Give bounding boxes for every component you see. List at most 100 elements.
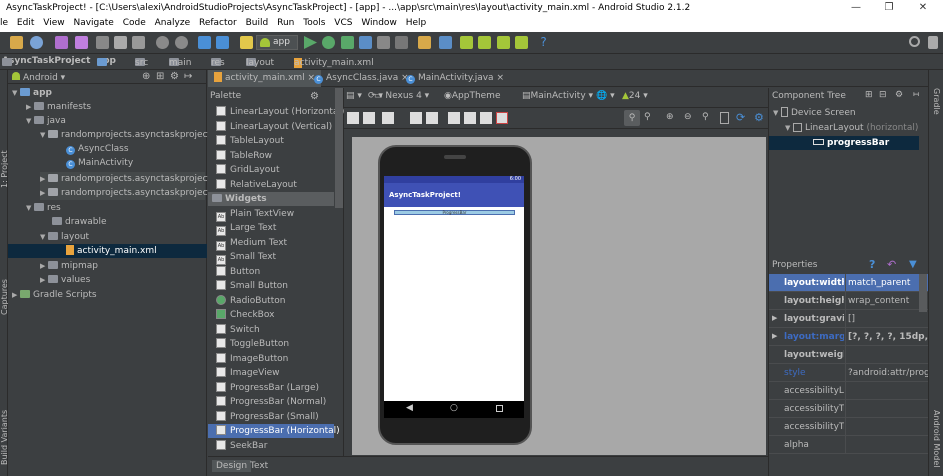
android-device-icon[interactable] [515, 36, 528, 49]
menu-code[interactable]: Code [120, 17, 149, 28]
api-level-select[interactable]: ▲24 ▾ [622, 91, 648, 101]
gravity-icon[interactable] [382, 112, 394, 124]
attach-debugger-icon[interactable] [341, 36, 354, 49]
collapse-all-icon[interactable]: ⊟ [879, 90, 887, 100]
menu-view[interactable]: View [40, 17, 67, 28]
menu-vcs[interactable]: VCS [331, 17, 355, 28]
properties-scrollbar[interactable] [919, 274, 927, 312]
nav-recents-icon[interactable] [496, 405, 503, 412]
filter-icon[interactable]: ▼ [909, 259, 917, 270]
hide-panel-icon[interactable]: ↦ [184, 71, 192, 82]
expand-icon[interactable]: ▶ [772, 314, 777, 322]
tree-item-mipmap[interactable]: ▶ mipmap [40, 259, 98, 273]
tree-item-java[interactable]: ▼ java [26, 114, 66, 128]
run-config-select[interactable]: app [256, 35, 298, 50]
align-left-icon[interactable] [410, 112, 422, 124]
forward-icon[interactable] [216, 36, 229, 49]
menu-file[interactable]: le [0, 17, 11, 28]
device-monitor-icon[interactable] [478, 36, 491, 49]
menu-tools[interactable]: Tools [300, 17, 328, 28]
device-select[interactable]: ▭ Nexus 4 ▾ [374, 91, 429, 101]
layout-file-icon[interactable]: ▤ ▾ [346, 91, 362, 101]
coverage-icon[interactable] [359, 36, 372, 49]
menu-build[interactable]: Build [243, 17, 272, 28]
menu-analyze[interactable]: Analyze [152, 17, 193, 28]
close-tab-icon[interactable]: × [496, 73, 504, 83]
palette-item[interactable]: TableLayout [216, 134, 284, 148]
tree-item-package[interactable]: ▼ randomprojects.asynctaskproject [40, 128, 211, 142]
menu-window[interactable]: Window [358, 17, 400, 28]
tree-item-drawable[interactable]: drawable [52, 215, 107, 229]
copy-icon[interactable] [114, 36, 127, 49]
apply-changes-icon[interactable] [377, 36, 390, 49]
palette-item[interactable]: RelativeLayout [216, 178, 297, 192]
expand-icon[interactable]: ▶ [772, 332, 777, 340]
palette-item[interactable]: ImageView [216, 366, 280, 380]
design-settings-icon[interactable]: ⚙ [754, 111, 764, 124]
align-top-icon[interactable] [426, 112, 438, 124]
palette-settings-icon[interactable]: ⚙ [310, 91, 319, 102]
palette-item[interactable]: Switch [216, 323, 260, 337]
tree-item-package-test[interactable]: ▶ randomprojects.asynctaskproject (te [40, 186, 227, 200]
palette-item[interactable]: ProgressBar (Small) [216, 410, 319, 424]
palette-item[interactable]: Ab Medium Text [216, 236, 287, 251]
restore-default-icon[interactable]: ↶ [887, 258, 896, 271]
tree-item-mainactivity[interactable]: C MainActivity [66, 156, 133, 170]
tree-item-manifests[interactable]: ▶ manifests [26, 100, 91, 114]
property-row[interactable]: style ?android:attr/prog [769, 364, 929, 382]
palette-item[interactable]: Ab Plain TextView [216, 207, 294, 222]
breadcrumb-app[interactable]: app [97, 56, 116, 66]
palette-item[interactable]: SeekBar [216, 439, 267, 453]
expand-all-icon[interactable]: ⊞ [865, 90, 873, 100]
more-icon[interactable] [928, 36, 938, 49]
palette-item[interactable]: LinearLayout (Horizontal) [216, 105, 344, 119]
tab-activity-main-xml[interactable]: activity_main.xml × [208, 70, 322, 87]
palette-item[interactable]: ProgressBar (Large) [216, 381, 319, 395]
tree-item-res[interactable]: ▼ res [26, 201, 61, 215]
close-icon[interactable]: ✕ [916, 1, 930, 15]
screenshot-icon[interactable] [720, 112, 729, 124]
distribute-icon[interactable] [448, 112, 460, 124]
nav-home-icon[interactable]: ○ [450, 403, 458, 413]
property-row[interactable]: layout:width match_parent [769, 274, 929, 292]
palette-category-widgets[interactable]: Widgets [208, 192, 334, 206]
palette-item[interactable]: ToggleButton [216, 337, 289, 351]
tree-item-activity-main-xml[interactable]: activity_main.xml [8, 244, 207, 258]
nav-back-icon[interactable]: ◀ [406, 403, 413, 413]
gradle-tool-tab[interactable]: Gradle [932, 88, 941, 115]
palette-scrollbar[interactable] [335, 88, 343, 208]
property-row[interactable]: layout:weight [769, 346, 929, 364]
scroll-from-source-icon[interactable]: ⊕ [142, 71, 150, 82]
palette-item[interactable]: Small Button [216, 279, 288, 293]
palette-item[interactable]: ProgressBar (Normal) [216, 395, 326, 409]
open-icon[interactable] [10, 36, 23, 49]
help-icon[interactable]: ? [869, 258, 875, 271]
locale-globe-icon[interactable]: 🌐 ▾ [596, 91, 615, 101]
activity-select[interactable]: ▤MainActivity ▾ [522, 91, 593, 101]
replace-icon[interactable] [175, 36, 188, 49]
run-icon[interactable] [304, 36, 317, 49]
progress-bar-preview[interactable]: ProgressBar [394, 210, 515, 215]
find-icon[interactable] [156, 36, 169, 49]
palette-item[interactable]: CheckBox [216, 308, 274, 322]
menu-refactor[interactable]: Refactor [196, 17, 240, 28]
undo-icon[interactable] [55, 36, 68, 49]
layout-height-icon[interactable] [363, 112, 375, 124]
theme-select[interactable]: ◉AppTheme [444, 91, 501, 101]
clear-weights-icon[interactable] [480, 112, 492, 124]
layout-width-icon[interactable] [347, 112, 359, 124]
search-everywhere-icon[interactable] [909, 36, 920, 47]
tree-settings-icon[interactable]: ⚙ [895, 90, 903, 100]
cut-icon[interactable] [96, 36, 109, 49]
tree-item-package-androidtest[interactable]: ▶ randomprojects.asynctaskproject (an [40, 172, 229, 186]
make-project-icon[interactable] [240, 36, 253, 49]
palette-item[interactable]: Ab Large Text [216, 221, 276, 236]
remove-icon[interactable] [496, 112, 508, 124]
palette-item[interactable]: Button [216, 265, 260, 279]
tree-item-values[interactable]: ▶ values [40, 273, 90, 287]
palette-item[interactable]: ImageButton [216, 352, 288, 366]
palette-item-selected[interactable]: ProgressBar (Horizontal) [208, 424, 340, 438]
property-row[interactable]: ▶layout:gravity[] [769, 310, 929, 328]
paste-icon[interactable] [132, 36, 145, 49]
property-row[interactable]: layout:heightwrap_content [769, 292, 929, 310]
